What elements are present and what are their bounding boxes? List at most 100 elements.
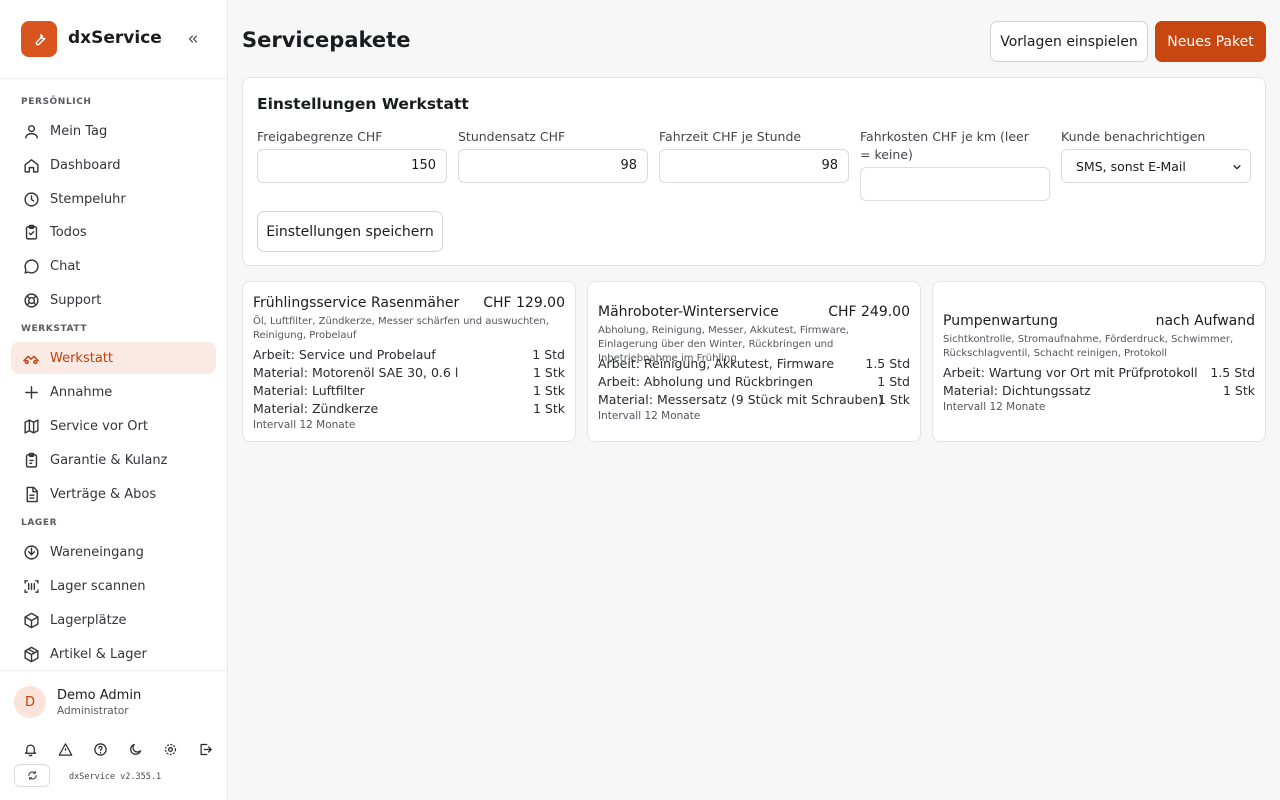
sidebar-item-support[interactable]: Support — [11, 284, 216, 316]
collapse-sidebar-button[interactable] — [183, 30, 203, 48]
sidebar-item-lagerplaetze[interactable]: Lagerplätze — [11, 604, 216, 636]
package-description: Sichtkontrolle, Stromaufnahme, Förderdru… — [943, 334, 1234, 359]
gear-icon — [164, 743, 176, 755]
line-item-qty: 1 Stk — [532, 365, 565, 380]
map-icon — [22, 417, 40, 435]
package-line-item: Material: Zündkerze 1 Stk — [253, 401, 565, 419]
save-settings-button[interactable]: Einstellungen speichern — [257, 211, 443, 252]
sidebar-item-mein-tag[interactable]: Mein Tag — [11, 115, 216, 147]
notify-customer-value: SMS, sonst E-Mail — [1076, 158, 1186, 174]
line-item-qty: 1.5 Std — [1210, 365, 1255, 380]
package-line-item: Material: Messersatz (9 Stück mit Schrau… — [598, 392, 910, 410]
travel-time-label: Fahrzeit CHF je Stunde — [659, 129, 802, 144]
package-card-fruehlingsservice[interactable]: Frühlingsservice Rasenmäher CHF 129.00 Ö… — [242, 281, 576, 442]
version-label: dxService v2.355.1 — [69, 772, 162, 782]
sidebar-item-dashboard[interactable]: Dashboard — [11, 149, 216, 181]
lifebuoy-icon — [22, 291, 40, 309]
sidebar-item-vertraege-abos[interactable]: Verträge & Abos — [11, 478, 216, 510]
brand-header: dxService — [0, 0, 227, 79]
travel-time-input[interactable]: 98 — [659, 149, 849, 183]
home-icon — [22, 156, 40, 174]
package-price: CHF 129.00 — [483, 295, 565, 311]
package-line-item: Arbeit: Service und Probelauf 1 Std — [253, 347, 565, 365]
clipboard-icon — [22, 451, 40, 469]
package-name: Mähroboter-Winterservice — [598, 304, 779, 320]
sidebar-item-label: Dashboard — [50, 157, 121, 173]
line-item-qty: 1.5 Std — [865, 356, 910, 371]
section-label-persoenlich: PERSÖNLICH — [21, 97, 92, 107]
box-icon — [22, 611, 40, 629]
wrench-icon — [35, 33, 46, 46]
sidebar-item-service-vor-ort[interactable]: Service vor Ort — [11, 410, 216, 442]
help-circle-icon — [93, 742, 107, 756]
notify-customer-select[interactable]: SMS, sonst E-Mail — [1061, 149, 1251, 183]
package-card-pumpenwartung[interactable]: Pumpenwartung nach Aufwand Sichtkontroll… — [932, 281, 1266, 442]
notifications-button[interactable] — [20, 740, 40, 758]
barcode-scan-icon — [22, 577, 40, 595]
line-item-label: Arbeit: Service und Probelauf — [253, 347, 436, 362]
line-item-label: Material: Luftfilter — [253, 383, 365, 398]
package-interval: Intervall 12 Monate — [598, 410, 701, 422]
travel-cost-input[interactable] — [860, 167, 1050, 201]
alerts-button[interactable] — [55, 740, 75, 758]
logout-button[interactable] — [195, 740, 215, 758]
sidebar-item-label: Mein Tag — [50, 123, 108, 139]
package-name: Pumpenwartung — [943, 313, 1058, 329]
workshop-settings-card: Einstellungen Werkstatt Freigabegrenze C… — [242, 77, 1266, 266]
download-icon — [22, 543, 40, 561]
chevrons-left-icon — [188, 35, 198, 43]
sidebar-item-wareneingang[interactable]: Wareneingang — [11, 536, 216, 568]
package-name: Frühlingsservice Rasenmäher — [253, 295, 460, 311]
settings-button[interactable] — [160, 740, 180, 758]
sidebar-item-label: Todos — [50, 224, 87, 240]
sidebar-item-label: Garantie & Kulanz — [50, 452, 168, 468]
import-templates-button[interactable]: Vorlagen einspielen — [990, 21, 1148, 62]
avatar[interactable]: D — [14, 686, 46, 718]
dark-mode-button[interactable] — [125, 740, 145, 758]
brand-logo[interactable] — [21, 21, 57, 57]
line-item-label: Material: Zündkerze — [253, 401, 379, 416]
section-label-werkstatt: WERKSTATT — [21, 324, 88, 334]
release-limit-input[interactable]: 150 — [257, 149, 447, 183]
bell-icon — [24, 744, 36, 756]
refresh-button[interactable] — [14, 764, 50, 787]
package-icon — [22, 645, 40, 663]
sidebar-item-label: Verträge & Abos — [50, 486, 157, 502]
hourly-rate-input[interactable]: 98 — [458, 149, 648, 183]
sidebar-item-lager-scannen[interactable]: Lager scannen — [11, 570, 216, 602]
line-item-qty: 1 Stk — [877, 392, 910, 407]
line-item-label: Material: Motorenöl SAE 30, 0.6 l — [253, 365, 459, 380]
new-package-button[interactable]: Neues Paket — [1155, 21, 1266, 62]
sidebar-item-todos[interactable]: Todos — [11, 216, 216, 248]
user-icon — [22, 122, 40, 140]
package-line-item: Material: Motorenöl SAE 30, 0.6 l 1 Stk — [253, 365, 565, 383]
sidebar-item-label: Support — [50, 292, 102, 308]
sidebar-item-label: Artikel & Lager — [50, 646, 147, 662]
sidebar-item-label: Stempeluhr — [50, 191, 126, 207]
package-card-maehroboter-winterservice[interactable]: Mähroboter-Winterservice CHF 249.00 Abho… — [587, 281, 921, 442]
sidebar-item-annahme[interactable]: Annahme — [11, 376, 216, 408]
help-button[interactable] — [90, 740, 110, 758]
sidebar-item-label: Service vor Ort — [50, 418, 148, 434]
line-item-label: Arbeit: Reinigung, Akkutest, Firmware — [598, 356, 835, 371]
warning-triangle-icon — [58, 742, 72, 756]
package-price: nach Aufwand — [1155, 313, 1255, 329]
sidebar-item-stempeluhr[interactable]: Stempeluhr — [11, 183, 216, 215]
sidebar-item-label: Annahme — [50, 384, 113, 400]
package-line-item: Arbeit: Reinigung, Akkutest, Firmware 1.… — [598, 356, 910, 374]
line-item-label: Arbeit: Abholung und Rückbringen — [598, 374, 814, 389]
package-line-item: Arbeit: Abholung und Rückbringen 1 Std — [598, 374, 910, 392]
settings-title: Einstellungen Werkstatt — [257, 95, 469, 113]
sidebar: dxService PERSÖNLICH Mein Tag Dashboard … — [0, 0, 228, 800]
sidebar-item-artikel-lager[interactable]: Artikel & Lager — [11, 638, 216, 670]
sidebar-item-label: Lagerplätze — [50, 612, 127, 628]
sidebar-item-chat[interactable]: Chat — [11, 250, 216, 282]
package-line-item: Material: Luftfilter 1 Stk — [253, 383, 565, 401]
package-line-item: Material: Dichtungssatz 1 Stk — [943, 383, 1255, 401]
utility-toolbar — [20, 740, 230, 758]
clipboard-check-icon — [22, 223, 40, 241]
sidebar-item-garantie-kulanz[interactable]: Garantie & Kulanz — [11, 444, 216, 476]
sidebar-item-werkstatt[interactable]: Werkstatt — [11, 342, 216, 374]
line-item-label: Material: Dichtungssatz — [943, 383, 1091, 398]
line-item-qty: 1 Stk — [1222, 383, 1255, 398]
